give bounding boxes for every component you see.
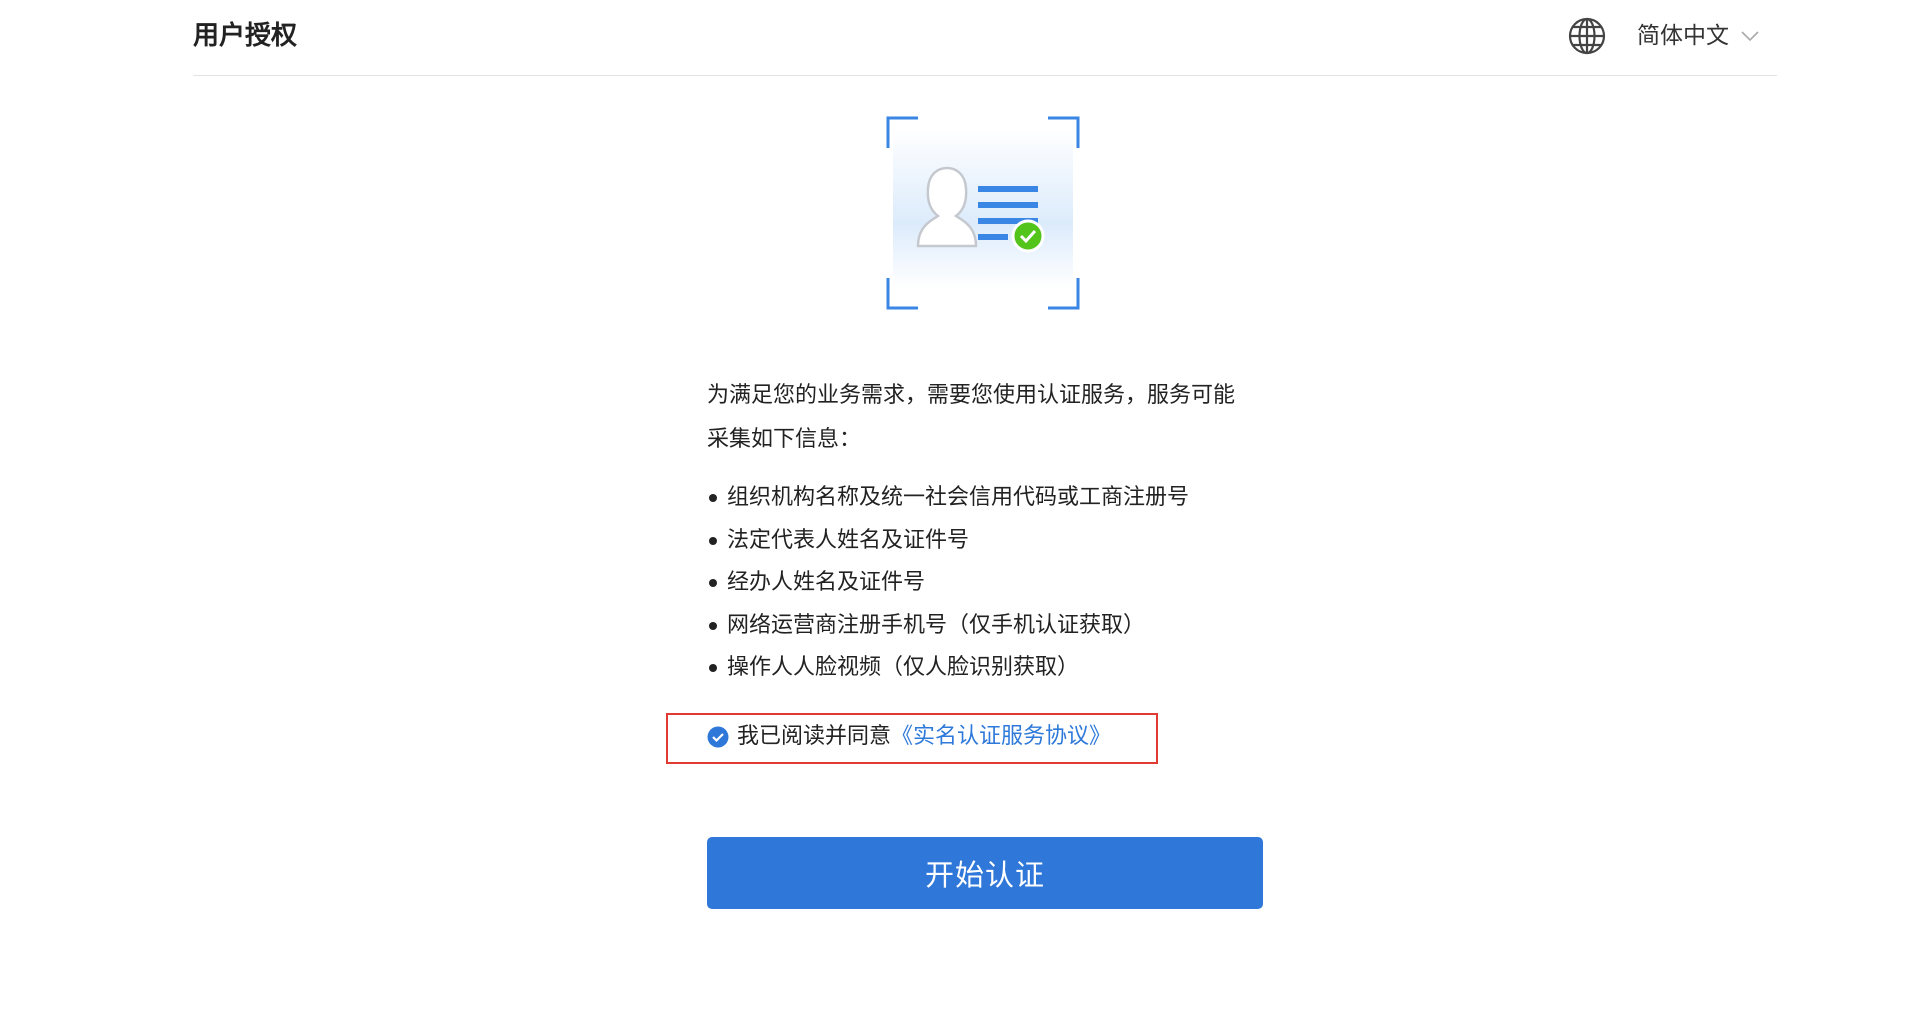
list-item-text: 经办人姓名及证件号 <box>727 570 926 595</box>
language-label: 简体中文 <box>1637 23 1729 49</box>
bullet-icon <box>709 621 717 630</box>
page-title: 用户授权 <box>193 21 298 51</box>
info-section: 为满足您的业务需求，需要您使用认证服务，服务可能 采集如下信息： 组织机构名称及… <box>707 374 1267 690</box>
header-bar: 用户授权 简体中文 <box>193 0 1777 76</box>
list-item-text: 法定代表人姓名及证件号 <box>727 527 970 553</box>
language-selector[interactable]: 简体中文 <box>1567 14 1759 58</box>
agreement-text: 我已阅读并同意 <box>737 724 892 749</box>
list-item: 经办人姓名及证件号 <box>707 562 1267 605</box>
agreement-row: 我已阅读并同意 《实名认证服务协议》 <box>707 720 1111 754</box>
intro-line-1: 为满足您的业务需求，需要您使用认证服务，服务可能 <box>707 383 1236 408</box>
globe-icon <box>1568 17 1606 55</box>
collected-info-list: 组织机构名称及统一社会信用代码或工商注册号 法定代表人姓名及证件号 经办人姓名及… <box>707 477 1267 690</box>
list-item-text: 操作人人脸视频（仅人脸识别获取） <box>727 655 1080 680</box>
list-item-text: 网络运营商注册手机号（仅手机认证获取） <box>727 612 1146 638</box>
checkbox-checked-icon[interactable] <box>707 726 729 748</box>
chevron-down-icon <box>1741 31 1759 42</box>
list-item: 网络运营商注册手机号（仅手机认证获取） <box>707 605 1267 648</box>
intro-line-2: 采集如下信息： <box>707 427 862 452</box>
bullet-icon <box>709 536 717 545</box>
start-verification-button[interactable]: 开始认证 <box>707 837 1263 909</box>
bullet-icon <box>709 579 717 587</box>
list-item-text: 组织机构名称及统一社会信用代码或工商注册号 <box>727 485 1190 510</box>
list-item: 组织机构名称及统一社会信用代码或工商注册号 <box>707 477 1267 520</box>
bullet-icon <box>709 664 717 672</box>
identity-verification-illustration <box>886 116 1080 310</box>
list-item: 操作人人脸视频（仅人脸识别获取） <box>707 647 1267 690</box>
bullet-icon <box>709 494 717 502</box>
agreement-link[interactable]: 《实名认证服务协议》 <box>891 722 1111 752</box>
list-item: 法定代表人姓名及证件号 <box>707 520 1267 563</box>
